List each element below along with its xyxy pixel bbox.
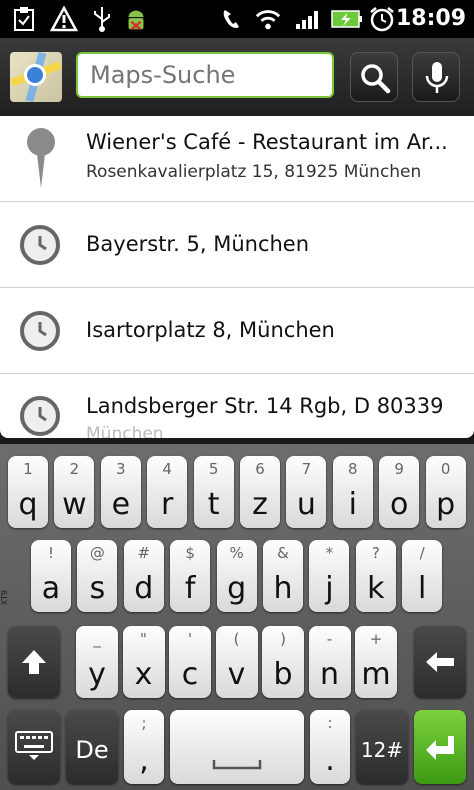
backspace-arrow-icon — [426, 652, 454, 672]
key-m[interactable]: + m — [355, 626, 397, 698]
space-key[interactable] — [170, 710, 304, 784]
search-button[interactable] — [350, 52, 398, 102]
history-clock-icon — [20, 396, 60, 436]
maps-search-input[interactable] — [76, 52, 334, 98]
list-item[interactable]: Bayerstr. 5, München — [0, 202, 474, 288]
list-item[interactable]: Wiener's Café - Restaurant im Ar... Rose… — [0, 116, 474, 202]
alarm-clock-icon — [368, 4, 396, 34]
keyboard-icon — [15, 731, 53, 760]
language-key[interactable]: De — [66, 710, 118, 784]
key-v[interactable]: (v — [215, 626, 258, 698]
key-s[interactable]: @ s — [77, 540, 118, 612]
history-clock-icon — [20, 311, 60, 351]
key-n[interactable]: -n — [308, 626, 351, 698]
search-icon — [361, 64, 391, 94]
list-item[interactable]: Isartorplatz 8, München — [0, 288, 474, 374]
key-p[interactable]: 0p — [425, 456, 466, 528]
key-l[interactable]: / l — [402, 540, 443, 612]
key-f[interactable]: $ f — [170, 540, 211, 612]
shift-key[interactable] — [8, 626, 60, 698]
key-q[interactable]: 1q — [8, 456, 48, 528]
key-t[interactable]: 5t — [193, 456, 234, 528]
search-bar — [0, 38, 474, 116]
keyboard-settings-key[interactable] — [8, 710, 60, 784]
symbols-key[interactable]: 12# — [356, 710, 408, 784]
clipboard-icon — [10, 4, 38, 34]
key-y[interactable]: _ y — [76, 626, 118, 698]
signal-icon — [294, 4, 322, 34]
soft-keyboard: 1q2w3e4r5t6z7u8i9o0p ! a @ s # d $ f% g & h * j? k / l … — [0, 444, 474, 790]
key-d[interactable]: # d — [123, 540, 164, 612]
result-title: Bayerstr. 5, München — [86, 232, 310, 256]
key-g[interactable]: % g — [216, 540, 257, 612]
result-title: Wiener's Café - Restaurant im Ar... — [86, 130, 448, 154]
result-title: Landsberger Str. 14 Rgb, D 80339 — [86, 394, 444, 418]
map-pin-icon — [27, 128, 55, 188]
result-subtitle: Rosenkavalierplatz 15, 81925 München — [86, 162, 422, 182]
key-o[interactable]: 9o — [379, 456, 420, 528]
list-item[interactable]: Landsberger Str. 14 Rgb, D 80339 München — [0, 374, 474, 438]
key-w[interactable]: 2w — [54, 456, 95, 528]
suggestion-list: Wiener's Café - Restaurant im Ar... Rose… — [0, 116, 474, 438]
call-icon — [218, 4, 246, 34]
space-bar-icon — [212, 760, 262, 770]
colon-period-key[interactable]: : . — [310, 710, 350, 784]
key-x[interactable]: " x — [122, 626, 165, 698]
key-i[interactable]: 8i — [332, 456, 373, 528]
warning-icon — [50, 4, 78, 34]
status-bar: 18:09 — [0, 0, 474, 38]
usb-icon — [88, 4, 116, 34]
key-z[interactable]: 6z — [240, 456, 280, 528]
maps-app-icon[interactable] — [10, 51, 62, 103]
enter-key[interactable] — [414, 710, 466, 784]
key-e[interactable]: 3e — [100, 456, 141, 528]
android-debug-icon — [122, 4, 150, 34]
key-u[interactable]: 7u — [286, 456, 327, 528]
key-b[interactable]: ) b — [262, 626, 304, 698]
backspace-key[interactable] — [414, 626, 466, 698]
history-clock-icon — [20, 225, 60, 265]
result-title: Isartorplatz 8, München — [86, 318, 335, 342]
key-a[interactable]: ! a — [31, 540, 71, 612]
key-k[interactable]: ? k — [355, 540, 396, 612]
key-c[interactable]: ' c — [169, 626, 211, 698]
shift-arrow-icon — [22, 650, 46, 674]
xt9-indicator: XT9 — [0, 590, 9, 606]
key-h[interactable]: & h — [263, 540, 303, 612]
microphone-icon — [425, 62, 449, 93]
key-r[interactable]: 4r — [147, 456, 188, 528]
status-time: 18:09 — [395, 6, 466, 31]
result-subtitle: München — [86, 424, 164, 438]
voice-search-button[interactable] — [412, 52, 460, 102]
key-j[interactable]: * j — [309, 540, 350, 612]
semicolon-comma-key[interactable]: ; , — [124, 710, 164, 784]
wifi-icon — [254, 4, 282, 34]
enter-arrow-icon — [426, 736, 454, 760]
battery-charging-icon — [330, 4, 364, 34]
